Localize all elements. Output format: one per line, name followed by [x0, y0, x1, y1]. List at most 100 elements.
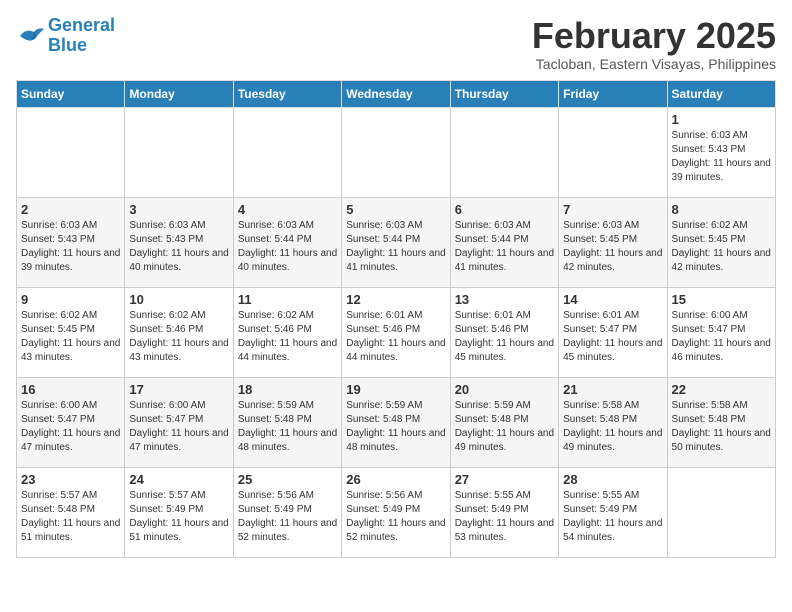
- calendar-day-cell: 22 Sunrise: 5:58 AM Sunset: 5:48 PM Dayli…: [667, 377, 775, 467]
- calendar-body: 1 Sunrise: 6:03 AM Sunset: 5:43 PM Daylig…: [17, 107, 776, 557]
- day-info: Sunrise: 6:03 AM Sunset: 5:44 PM Dayligh…: [455, 219, 554, 275]
- day-number: 9: [21, 292, 120, 307]
- day-number: 18: [238, 382, 337, 397]
- day-info: Sunrise: 6:00 AM Sunset: 5:47 PM Dayligh…: [129, 399, 228, 455]
- day-number: 15: [672, 292, 771, 307]
- title-block: February 2025 Tacloban, Eastern Visayas,…: [532, 16, 776, 72]
- calendar-day-cell: 21 Sunrise: 5:58 AM Sunset: 5:48 PM Dayli…: [559, 377, 667, 467]
- day-info: Sunrise: 5:55 AM Sunset: 5:49 PM Dayligh…: [455, 489, 554, 545]
- day-info: Sunrise: 6:03 AM Sunset: 5:44 PM Dayligh…: [346, 219, 445, 275]
- day-number: 28: [563, 472, 662, 487]
- day-info: Sunrise: 6:03 AM Sunset: 5:43 PM Dayligh…: [672, 129, 771, 185]
- calendar-day-cell: 2 Sunrise: 6:03 AM Sunset: 5:43 PM Daylig…: [17, 197, 125, 287]
- day-info: Sunrise: 6:01 AM Sunset: 5:46 PM Dayligh…: [455, 309, 554, 365]
- day-info: Sunrise: 5:58 AM Sunset: 5:48 PM Dayligh…: [672, 399, 771, 455]
- calendar-week-row: 1 Sunrise: 6:03 AM Sunset: 5:43 PM Daylig…: [17, 107, 776, 197]
- calendar-day-cell: 23 Sunrise: 5:57 AM Sunset: 5:48 PM Dayli…: [17, 467, 125, 557]
- day-info: Sunrise: 6:03 AM Sunset: 5:43 PM Dayligh…: [21, 219, 120, 275]
- weekday-header: Friday: [559, 80, 667, 107]
- day-info: Sunrise: 6:00 AM Sunset: 5:47 PM Dayligh…: [672, 309, 771, 365]
- day-number: 3: [129, 202, 228, 217]
- calendar-day-cell: 9 Sunrise: 6:02 AM Sunset: 5:45 PM Daylig…: [17, 287, 125, 377]
- calendar-day-cell: [667, 467, 775, 557]
- calendar-day-cell: 19 Sunrise: 5:59 AM Sunset: 5:48 PM Dayli…: [342, 377, 450, 467]
- day-number: 23: [21, 472, 120, 487]
- day-info: Sunrise: 5:56 AM Sunset: 5:49 PM Dayligh…: [346, 489, 445, 545]
- day-number: 20: [455, 382, 554, 397]
- calendar-day-cell: 28 Sunrise: 5:55 AM Sunset: 5:49 PM Dayli…: [559, 467, 667, 557]
- day-number: 22: [672, 382, 771, 397]
- logo-icon: [16, 24, 44, 48]
- day-info: Sunrise: 6:02 AM Sunset: 5:46 PM Dayligh…: [238, 309, 337, 365]
- calendar-day-cell: [559, 107, 667, 197]
- calendar-day-cell: 14 Sunrise: 6:01 AM Sunset: 5:47 PM Dayli…: [559, 287, 667, 377]
- calendar-day-cell: 12 Sunrise: 6:01 AM Sunset: 5:46 PM Dayli…: [342, 287, 450, 377]
- location-subtitle: Tacloban, Eastern Visayas, Philippines: [532, 56, 776, 72]
- day-info: Sunrise: 6:02 AM Sunset: 5:46 PM Dayligh…: [129, 309, 228, 365]
- day-number: 5: [346, 202, 445, 217]
- day-info: Sunrise: 6:00 AM Sunset: 5:47 PM Dayligh…: [21, 399, 120, 455]
- calendar-week-row: 16 Sunrise: 6:00 AM Sunset: 5:47 PM Dayli…: [17, 377, 776, 467]
- day-info: Sunrise: 5:59 AM Sunset: 5:48 PM Dayligh…: [346, 399, 445, 455]
- calendar-day-cell: 26Sunrise: 5:56 AM Sunset: 5:49 PM Dayli…: [342, 467, 450, 557]
- day-number: 10: [129, 292, 228, 307]
- calendar-day-cell: 20 Sunrise: 5:59 AM Sunset: 5:48 PM Dayli…: [450, 377, 558, 467]
- day-number: 2: [21, 202, 120, 217]
- calendar-day-cell: 24 Sunrise: 5:57 AM Sunset: 5:49 PM Dayli…: [125, 467, 233, 557]
- day-info: Sunrise: 5:59 AM Sunset: 5:48 PM Dayligh…: [455, 399, 554, 455]
- calendar-day-cell: 15 Sunrise: 6:00 AM Sunset: 5:47 PM Dayli…: [667, 287, 775, 377]
- page-header: General Blue February 2025 Tacloban, Eas…: [16, 16, 776, 72]
- calendar-day-cell: [17, 107, 125, 197]
- calendar-day-cell: 3 Sunrise: 6:03 AM Sunset: 5:43 PM Daylig…: [125, 197, 233, 287]
- day-info: Sunrise: 5:56 AM Sunset: 5:49 PM Dayligh…: [238, 489, 337, 545]
- calendar-day-cell: 25 Sunrise: 5:56 AM Sunset: 5:49 PM Dayli…: [233, 467, 341, 557]
- day-info: Sunrise: 6:03 AM Sunset: 5:45 PM Dayligh…: [563, 219, 662, 275]
- calendar-day-cell: 8Sunrise: 6:02 AM Sunset: 5:45 PM Daylig…: [667, 197, 775, 287]
- day-info: Sunrise: 6:03 AM Sunset: 5:43 PM Dayligh…: [129, 219, 228, 275]
- weekday-header: Wednesday: [342, 80, 450, 107]
- calendar-day-cell: [342, 107, 450, 197]
- day-info: Sunrise: 5:57 AM Sunset: 5:48 PM Dayligh…: [21, 489, 120, 545]
- calendar-week-row: 2 Sunrise: 6:03 AM Sunset: 5:43 PM Daylig…: [17, 197, 776, 287]
- month-title: February 2025: [532, 16, 776, 56]
- logo-text: General Blue: [48, 16, 115, 56]
- day-info: Sunrise: 6:01 AM Sunset: 5:46 PM Dayligh…: [346, 309, 445, 365]
- logo: General Blue: [16, 16, 115, 56]
- day-number: 7: [563, 202, 662, 217]
- calendar-day-cell: 5 Sunrise: 6:03 AM Sunset: 5:44 PM Daylig…: [342, 197, 450, 287]
- day-number: 16: [21, 382, 120, 397]
- calendar-table: SundayMondayTuesdayWednesdayThursdayFrid…: [16, 80, 776, 558]
- calendar-day-cell: 10 Sunrise: 6:02 AM Sunset: 5:46 PM Dayli…: [125, 287, 233, 377]
- day-info: Sunrise: 6:01 AM Sunset: 5:47 PM Dayligh…: [563, 309, 662, 365]
- day-number: 1: [672, 112, 771, 127]
- day-number: 25: [238, 472, 337, 487]
- calendar-day-cell: 6 Sunrise: 6:03 AM Sunset: 5:44 PM Daylig…: [450, 197, 558, 287]
- day-number: 21: [563, 382, 662, 397]
- day-info: Sunrise: 5:58 AM Sunset: 5:48 PM Dayligh…: [563, 399, 662, 455]
- calendar-day-cell: 16 Sunrise: 6:00 AM Sunset: 5:47 PM Dayli…: [17, 377, 125, 467]
- weekday-header: Saturday: [667, 80, 775, 107]
- day-number: 14: [563, 292, 662, 307]
- calendar-day-cell: 13 Sunrise: 6:01 AM Sunset: 5:46 PM Dayli…: [450, 287, 558, 377]
- day-number: 12: [346, 292, 445, 307]
- day-number: 13: [455, 292, 554, 307]
- day-number: 24: [129, 472, 228, 487]
- day-number: 11: [238, 292, 337, 307]
- calendar-day-cell: 27Sunrise: 5:55 AM Sunset: 5:49 PM Dayli…: [450, 467, 558, 557]
- day-info: Sunrise: 6:02 AM Sunset: 5:45 PM Dayligh…: [672, 219, 771, 275]
- calendar-day-cell: 17 Sunrise: 6:00 AM Sunset: 5:47 PM Dayli…: [125, 377, 233, 467]
- day-number: 6: [455, 202, 554, 217]
- calendar-day-cell: 18 Sunrise: 5:59 AM Sunset: 5:48 PM Dayli…: [233, 377, 341, 467]
- calendar-week-row: 9 Sunrise: 6:02 AM Sunset: 5:45 PM Daylig…: [17, 287, 776, 377]
- day-info: Sunrise: 5:57 AM Sunset: 5:49 PM Dayligh…: [129, 489, 228, 545]
- day-info: Sunrise: 5:59 AM Sunset: 5:48 PM Dayligh…: [238, 399, 337, 455]
- day-info: Sunrise: 5:55 AM Sunset: 5:49 PM Dayligh…: [563, 489, 662, 545]
- day-number: 4: [238, 202, 337, 217]
- calendar-day-cell: [125, 107, 233, 197]
- day-number: 17: [129, 382, 228, 397]
- calendar-week-row: 23 Sunrise: 5:57 AM Sunset: 5:48 PM Dayli…: [17, 467, 776, 557]
- calendar-day-cell: [233, 107, 341, 197]
- day-info: Sunrise: 6:02 AM Sunset: 5:45 PM Dayligh…: [21, 309, 120, 365]
- day-number: 19: [346, 382, 445, 397]
- calendar-day-cell: 7 Sunrise: 6:03 AM Sunset: 5:45 PM Daylig…: [559, 197, 667, 287]
